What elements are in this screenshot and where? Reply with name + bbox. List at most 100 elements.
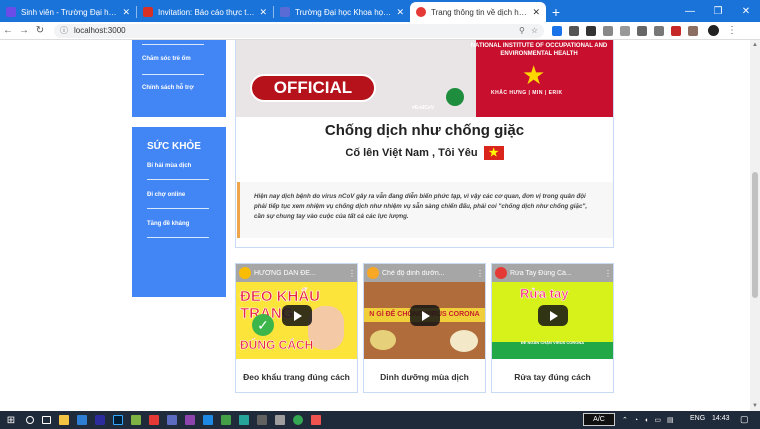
back-icon[interactable]: ← [0,25,16,36]
video-card[interactable]: Rửa tay ĐỂ NGĂN CHẶN VIRUS CORONA Rửa Ta… [491,263,614,393]
extension-icon[interactable] [603,25,613,36]
banner-credit: KHẮC HƯNG | MIN | ERIK [491,90,563,96]
close-icon[interactable]: ✕ [396,7,404,18]
chevron-up-icon[interactable]: ⌃ [622,416,628,424]
vscode-icon[interactable] [203,415,213,425]
kebab-menu-icon[interactable]: ⋮ [604,269,612,278]
sidebar-section-title: SỨC KHỎE [147,141,201,152]
kebab-menu-icon[interactable]: ⋮ [727,25,737,36]
reload-icon[interactable]: ↻ [32,25,48,36]
mascot-icon [446,88,464,106]
check-icon: ✓ [252,314,274,336]
wifi-icon[interactable]: ◔ [634,417,638,424]
scroll-up-icon[interactable]: ▲ [750,40,760,50]
video-caption[interactable]: Rửa tay đúng cách [492,372,613,382]
maximize-icon[interactable]: ❐ [704,0,732,22]
address-bar[interactable]: ⓘ localhost:3000 ⚲ ☆ [54,23,544,38]
close-icon[interactable]: ✕ [532,7,540,18]
extension-icon[interactable] [654,25,664,36]
app-icon[interactable] [257,415,267,425]
app-icon[interactable] [95,415,105,425]
profile-avatar[interactable] [708,25,719,36]
app-icon[interactable] [131,415,141,425]
kebab-menu-icon[interactable]: ⋮ [476,269,484,278]
windows-taskbar: ⊞ A/C ⌃ ◔ ◖ ▭ ▤ ENG 14:43 ▢ [0,411,760,429]
app-icon[interactable] [221,415,231,425]
app-icon[interactable] [149,415,159,425]
extension-icon[interactable] [620,25,630,36]
language-indicator[interactable]: ENG [690,415,705,422]
forward-icon[interactable]: → [16,25,32,36]
food-illustration [450,330,478,352]
browser-tab-active[interactable]: Trang thông tin về dịch hô hấp c ✕ [410,2,546,22]
video-card[interactable]: N GÌ ĐỂ CHỐNG VIRUS CORONA Chế độ dinh d… [363,263,486,393]
window-controls: — ❐ ✕ [676,0,760,22]
clock[interactable]: 14:43 [712,415,730,422]
close-icon[interactable]: ✕ [122,7,130,18]
app-icon[interactable] [167,415,177,425]
battery-icon[interactable]: ▭ [654,416,661,424]
extension-icon[interactable] [637,25,647,36]
sidebar-item[interactable]: Tăng đề kháng [147,217,216,231]
chrome-icon[interactable] [293,415,303,425]
minimize-icon[interactable]: — [676,0,704,22]
photoshop-icon[interactable] [113,415,123,425]
browser-tab[interactable]: Trường Đại học Khoa học Huế - K ✕ [274,2,410,22]
extension-icon[interactable] [569,25,579,36]
sidebar-item[interactable]: Chính sách hỗ trợ [142,79,216,97]
app-icon[interactable] [311,415,321,425]
browser-tab[interactable]: Sinh viên - Trường Đại học Khoa ✕ [0,2,136,22]
close-window-icon[interactable]: ✕ [732,0,760,22]
play-button-icon[interactable] [538,305,568,326]
info-icon[interactable]: ⓘ [60,25,68,36]
new-tab-button[interactable]: + [546,4,566,20]
store-icon[interactable] [77,415,87,425]
extension-icon[interactable] [552,25,562,36]
task-view-icon[interactable] [42,416,51,424]
sidebar-item[interactable]: Đi chợ online [147,188,216,202]
bookmark-star-icon[interactable]: ☆ [531,26,538,35]
zoom-icon[interactable]: ⚲ [519,26,525,35]
article-title: Chống dịch như chống giặc [324,122,525,139]
video-thumbnail[interactable]: Rửa tay ĐỂ NGĂN CHẶN VIRUS CORONA Rửa Ta… [492,264,613,359]
browser-tab[interactable]: Invitation: Báo cáo thực tập tốt n ✕ [137,2,273,22]
tab-label: Sinh viên - Trường Đại học Khoa [21,7,118,17]
play-button-icon[interactable] [282,305,312,326]
video-thumbnail[interactable]: N GÌ ĐỂ CHỐNG VIRUS CORONA Chế độ dinh d… [364,264,485,359]
extension-icon[interactable] [688,25,698,36]
thumb-text: ĐÚNG CÁCH [240,338,314,353]
sidebar-item[interactable]: Chăm sóc trẻ ốm [142,50,216,68]
volume-icon[interactable]: ◖ [644,417,648,424]
extension-icon[interactable] [671,25,681,36]
extension-icon[interactable] [586,25,596,36]
video-title: HƯỚNG DẪN ĐE... [254,269,316,277]
keyboard-indicator[interactable]: A/C [583,413,615,426]
app-icon[interactable] [239,415,249,425]
video-caption[interactable]: Đeo khẩu trang đúng cách [236,372,357,382]
thumb-text: ĐỂ NGĂN CHẶN VIRUS CORONA [520,340,585,345]
browser-toolbar: ← → ↻ ⓘ localhost:3000 ⚲ ☆ ⋮ [0,22,760,40]
play-button-icon[interactable] [410,305,440,326]
notification-icon[interactable]: ▢ [740,414,749,425]
banner-image: OFFICIAL NATIONAL INSTITUTE OF OCCUPATIO… [236,40,613,117]
app-icon[interactable] [275,415,285,425]
windows-start-icon[interactable]: ⊞ [0,415,22,426]
page-scrollbar[interactable]: ▲ ▼ [750,40,760,411]
scroll-down-icon[interactable]: ▼ [750,401,760,411]
video-card[interactable]: ĐEO KHẨU TRANG ✓ ĐÚNG CÁCH HƯỚNG DẪN ĐE.… [235,263,358,393]
video-thumbnail[interactable]: ĐEO KHẨU TRANG ✓ ĐÚNG CÁCH HƯỚNG DẪN ĐE.… [236,264,357,359]
official-badge: OFFICIAL [250,74,376,102]
sidebar-block-top: Chăm sóc trẻ ốm Chính sách hỗ trợ [132,40,226,117]
visual-studio-icon[interactable] [185,415,195,425]
search-icon[interactable] [26,416,34,424]
video-title-bar: Rửa Tay Đúng Cá... ⋮ [492,264,613,282]
file-explorer-icon[interactable] [59,415,69,425]
video-caption[interactable]: Dinh dưỡng mùa dịch [364,372,485,382]
scroll-thumb[interactable] [752,172,758,298]
sidebar-item[interactable]: Bí hải mùa dịch [147,159,216,173]
folder-icon[interactable]: ▤ [667,416,674,424]
kebab-menu-icon[interactable]: ⋮ [348,269,356,278]
close-icon[interactable]: ✕ [259,7,267,18]
taskbar-apps [26,415,321,425]
page-viewport: Chăm sóc trẻ ốm Chính sách hỗ trợ SỨC KH… [0,40,750,411]
